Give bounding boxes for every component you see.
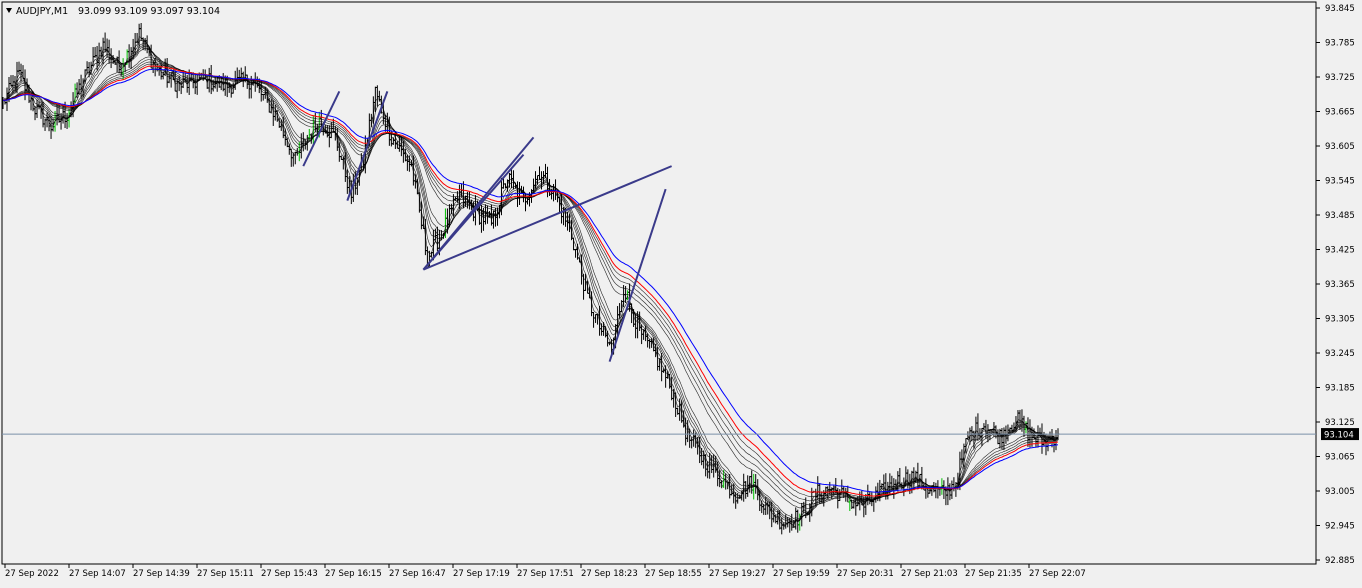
plot-area[interactable] [1,1,1317,565]
y-tick-label: 93.185 [1325,384,1355,394]
chart-window[interactable]: AUDJPY,M1 93.099 93.109 93.097 93.104 93… [0,0,1362,584]
x-tick-label: 27 Sep 18:23 [581,569,638,579]
symbol-label: AUDJPY,M1 [16,6,68,17]
y-tick-label: 93.245 [1325,349,1355,359]
y-tick-label: 93.545 [1325,177,1355,187]
x-tick-label: 27 Sep 15:43 [261,569,318,579]
x-tick-label: 27 Sep 19:59 [773,569,830,579]
x-tick-label: 27 Sep 20:31 [837,569,894,579]
x-tick-label: 27 Sep 21:03 [901,569,958,579]
y-tick-label: 93.305 [1325,315,1355,325]
x-tick-label: 27 Sep 14:07 [69,569,126,579]
y-tick-label: 93.785 [1325,39,1355,49]
x-tick-label: 27 Sep 18:55 [645,569,702,579]
current-price-label: 93.104 [1324,431,1354,441]
y-tick-label: 93.065 [1325,453,1355,463]
x-tick-label: 27 Sep 15:11 [197,569,254,579]
x-tick-label: 27 Sep 16:47 [389,569,446,579]
y-tick-label: 92.945 [1325,522,1355,532]
y-tick-label: 92.885 [1325,556,1355,566]
y-tick-label: 93.845 [1325,4,1355,14]
y-tick-label: 93.485 [1325,211,1355,221]
y-tick-label: 93.605 [1325,142,1355,152]
x-tick-label: 27 Sep 17:51 [517,569,574,579]
price-chart[interactable]: AUDJPY,M1 93.099 93.109 93.097 93.104 93… [0,0,1362,584]
y-tick-label: 93.365 [1325,280,1355,290]
x-tick-label: 27 Sep 14:39 [133,569,190,579]
x-tick-label: 27 Sep 21:35 [965,569,1022,579]
y-tick-label: 93.725 [1325,73,1355,83]
x-tick-label: 27 Sep 19:27 [709,569,766,579]
y-tick-label: 93.665 [1325,108,1355,118]
x-tick-label: 27 Sep 22:07 [1029,569,1086,579]
ohlc-readout: 93.099 93.109 93.097 93.104 [78,6,220,17]
y-tick-label: 93.125 [1325,418,1355,428]
x-tick-label: 27 Sep 2022 [5,569,59,579]
y-tick-label: 93.425 [1325,246,1355,256]
x-tick-label: 27 Sep 16:15 [325,569,382,579]
x-tick-label: 27 Sep 17:19 [453,569,510,579]
y-tick-label: 93.005 [1325,487,1355,497]
